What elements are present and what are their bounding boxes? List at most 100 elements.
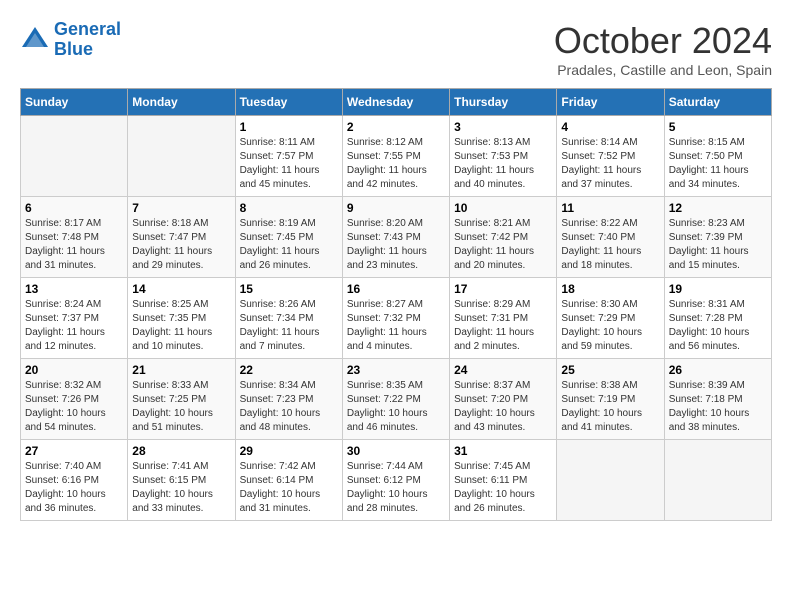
calendar-cell: 25Sunrise: 8:38 AM Sunset: 7:19 PM Dayli… — [557, 359, 664, 440]
calendar-cell: 18 Sunrise: 8:30 AM Sunset: 7:29 PM Dayli… — [557, 278, 664, 359]
week-row-3: 13 Sunrise: 8:24 AM Sunset: 7:37 PM Dayli… — [21, 278, 772, 359]
day-number: 6 — [25, 201, 123, 215]
week-row-1: 1Sunrise: 8:11 AM Sunset: 7:57 PM Daylig… — [21, 116, 772, 197]
calendar-cell: 23Sunrise: 8:35 AM Sunset: 7:22 PM Dayli… — [342, 359, 449, 440]
day-info: Sunrise: 8:24 AM Sunset: 7:37 PM Dayligh… — [25, 298, 123, 354]
title-block: October 2024 Pradales, Castille and Leon… — [554, 20, 772, 78]
calendar-cell: 2 Sunrise: 8:12 AM Sunset: 7:55 PM Daylig… — [342, 116, 449, 197]
calendar-cell: 24Sunrise: 8:37 AM Sunset: 7:20 PM Dayli… — [450, 359, 557, 440]
calendar-cell: 9Sunrise: 8:20 AM Sunset: 7:43 PM Daylig… — [342, 197, 449, 278]
day-number: 19 — [669, 282, 767, 296]
calendar-cell — [128, 116, 235, 197]
page-header: General Blue October 2024 Pradales, Cast… — [20, 20, 772, 78]
day-number: 10 — [454, 201, 552, 215]
calendar-cell — [557, 440, 664, 521]
calendar-cell: 7 Sunrise: 8:18 AM Sunset: 7:47 PM Daylig… — [128, 197, 235, 278]
day-number: 7 — [132, 201, 230, 215]
day-number: 11 — [561, 201, 659, 215]
week-row-2: 6 Sunrise: 8:17 AM Sunset: 7:48 PM Daylig… — [21, 197, 772, 278]
calendar-cell: 10 Sunrise: 8:21 AM Sunset: 7:42 PM Dayli… — [450, 197, 557, 278]
calendar-cell — [664, 440, 771, 521]
day-info: Sunrise: 8:34 AM Sunset: 7:23 PM Dayligh… — [240, 379, 338, 435]
day-info: Sunrise: 8:38 AM Sunset: 7:19 PM Dayligh… — [561, 379, 659, 435]
day-info: Sunrise: 8:13 AM Sunset: 7:53 PM Dayligh… — [454, 136, 552, 192]
day-info: Sunrise: 8:39 AM Sunset: 7:18 PM Dayligh… — [669, 379, 767, 435]
day-number: 3 — [454, 120, 552, 134]
day-info: Sunrise: 8:17 AM Sunset: 7:48 PM Dayligh… — [25, 217, 123, 273]
calendar-cell: 28Sunrise: 7:41 AM Sunset: 6:15 PM Dayli… — [128, 440, 235, 521]
calendar-body: 1Sunrise: 8:11 AM Sunset: 7:57 PM Daylig… — [21, 116, 772, 521]
weekday-header-monday: Monday — [128, 89, 235, 116]
day-info: Sunrise: 8:23 AM Sunset: 7:39 PM Dayligh… — [669, 217, 767, 273]
day-info: Sunrise: 8:31 AM Sunset: 7:28 PM Dayligh… — [669, 298, 767, 354]
day-number: 21 — [132, 363, 230, 377]
calendar-cell: 26Sunrise: 8:39 AM Sunset: 7:18 PM Dayli… — [664, 359, 771, 440]
day-info: Sunrise: 8:18 AM Sunset: 7:47 PM Dayligh… — [132, 217, 230, 273]
day-number: 16 — [347, 282, 445, 296]
calendar-cell: 29 Sunrise: 7:42 AM Sunset: 6:14 PM Dayli… — [235, 440, 342, 521]
calendar-header: SundayMondayTuesdayWednesdayThursdayFrid… — [21, 89, 772, 116]
day-number: 20 — [25, 363, 123, 377]
day-info: Sunrise: 8:26 AM Sunset: 7:34 PM Dayligh… — [240, 298, 338, 354]
day-number: 27 — [25, 444, 123, 458]
calendar-cell: 11Sunrise: 8:22 AM Sunset: 7:40 PM Dayli… — [557, 197, 664, 278]
calendar-cell: 31Sunrise: 7:45 AM Sunset: 6:11 PM Dayli… — [450, 440, 557, 521]
day-number: 2 — [347, 120, 445, 134]
calendar-cell: 12Sunrise: 8:23 AM Sunset: 7:39 PM Dayli… — [664, 197, 771, 278]
calendar-cell: 6 Sunrise: 8:17 AM Sunset: 7:48 PM Daylig… — [21, 197, 128, 278]
logo-icon — [20, 25, 50, 55]
week-row-5: 27Sunrise: 7:40 AM Sunset: 6:16 PM Dayli… — [21, 440, 772, 521]
calendar-cell: 21Sunrise: 8:33 AM Sunset: 7:25 PM Dayli… — [128, 359, 235, 440]
calendar-cell: 16 Sunrise: 8:27 AM Sunset: 7:32 PM Dayli… — [342, 278, 449, 359]
weekday-header-wednesday: Wednesday — [342, 89, 449, 116]
week-row-4: 20 Sunrise: 8:32 AM Sunset: 7:26 PM Dayli… — [21, 359, 772, 440]
day-number: 14 — [132, 282, 230, 296]
day-info: Sunrise: 8:19 AM Sunset: 7:45 PM Dayligh… — [240, 217, 338, 273]
day-number: 23 — [347, 363, 445, 377]
calendar-table: SundayMondayTuesdayWednesdayThursdayFrid… — [20, 88, 772, 521]
weekday-header-sunday: Sunday — [21, 89, 128, 116]
day-number: 30 — [347, 444, 445, 458]
day-number: 18 — [561, 282, 659, 296]
logo-line1: General — [54, 19, 121, 39]
location: Pradales, Castille and Leon, Spain — [554, 62, 772, 78]
day-number: 8 — [240, 201, 338, 215]
calendar-cell: 27Sunrise: 7:40 AM Sunset: 6:16 PM Dayli… — [21, 440, 128, 521]
day-info: Sunrise: 8:11 AM Sunset: 7:57 PM Dayligh… — [240, 136, 338, 192]
day-info: Sunrise: 8:29 AM Sunset: 7:31 PM Dayligh… — [454, 298, 552, 354]
day-info: Sunrise: 8:21 AM Sunset: 7:42 PM Dayligh… — [454, 217, 552, 273]
logo: General Blue — [20, 20, 121, 60]
day-number: 29 — [240, 444, 338, 458]
weekday-row: SundayMondayTuesdayWednesdayThursdayFrid… — [21, 89, 772, 116]
weekday-header-tuesday: Tuesday — [235, 89, 342, 116]
weekday-header-friday: Friday — [557, 89, 664, 116]
calendar-cell: 3 Sunrise: 8:13 AM Sunset: 7:53 PM Daylig… — [450, 116, 557, 197]
day-info: Sunrise: 7:41 AM Sunset: 6:15 PM Dayligh… — [132, 460, 230, 516]
day-number: 24 — [454, 363, 552, 377]
day-number: 15 — [240, 282, 338, 296]
day-info: Sunrise: 8:27 AM Sunset: 7:32 PM Dayligh… — [347, 298, 445, 354]
day-info: Sunrise: 7:44 AM Sunset: 6:12 PM Dayligh… — [347, 460, 445, 516]
day-number: 13 — [25, 282, 123, 296]
calendar-cell: 1Sunrise: 8:11 AM Sunset: 7:57 PM Daylig… — [235, 116, 342, 197]
weekday-header-thursday: Thursday — [450, 89, 557, 116]
calendar-cell: 4Sunrise: 8:14 AM Sunset: 7:52 PM Daylig… — [557, 116, 664, 197]
calendar-cell: 14Sunrise: 8:25 AM Sunset: 7:35 PM Dayli… — [128, 278, 235, 359]
day-info: Sunrise: 8:32 AM Sunset: 7:26 PM Dayligh… — [25, 379, 123, 435]
day-info: Sunrise: 8:15 AM Sunset: 7:50 PM Dayligh… — [669, 136, 767, 192]
day-info: Sunrise: 8:20 AM Sunset: 7:43 PM Dayligh… — [347, 217, 445, 273]
day-info: Sunrise: 7:42 AM Sunset: 6:14 PM Dayligh… — [240, 460, 338, 516]
logo-text: General Blue — [54, 20, 121, 60]
calendar-cell: 22 Sunrise: 8:34 AM Sunset: 7:23 PM Dayli… — [235, 359, 342, 440]
day-info: Sunrise: 8:30 AM Sunset: 7:29 PM Dayligh… — [561, 298, 659, 354]
month-title: October 2024 — [554, 20, 772, 62]
calendar-cell: 15 Sunrise: 8:26 AM Sunset: 7:34 PM Dayli… — [235, 278, 342, 359]
calendar-cell: 17Sunrise: 8:29 AM Sunset: 7:31 PM Dayli… — [450, 278, 557, 359]
day-number: 22 — [240, 363, 338, 377]
day-info: Sunrise: 8:12 AM Sunset: 7:55 PM Dayligh… — [347, 136, 445, 192]
calendar-cell: 30 Sunrise: 7:44 AM Sunset: 6:12 PM Dayli… — [342, 440, 449, 521]
calendar-cell: 19 Sunrise: 8:31 AM Sunset: 7:28 PM Dayli… — [664, 278, 771, 359]
day-number: 31 — [454, 444, 552, 458]
calendar-cell: 8 Sunrise: 8:19 AM Sunset: 7:45 PM Daylig… — [235, 197, 342, 278]
calendar-cell: 5Sunrise: 8:15 AM Sunset: 7:50 PM Daylig… — [664, 116, 771, 197]
